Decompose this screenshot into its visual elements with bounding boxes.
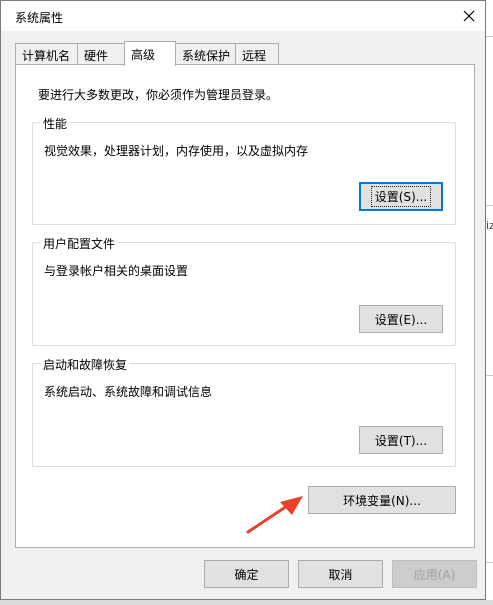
user-profiles-group: 用户配置文件 与登录帐户相关的桌面设置 设置(E)... <box>32 235 456 346</box>
advanced-tab-panel: 要进行大多数更改，你必须作为管理员登录。 性能 视觉效果，处理器计划，内存使用，… <box>15 64 475 548</box>
admin-notice: 要进行大多数更改，你必须作为管理员登录。 <box>38 88 279 102</box>
user-profiles-group-title: 用户配置文件 <box>41 235 118 252</box>
startup-recovery-settings-button[interactable]: 设置(T)... <box>359 426 443 454</box>
background-taskbar-edge <box>0 600 493 605</box>
user-profiles-description: 与登录帐户相关的桌面设置 <box>44 264 189 278</box>
close-button[interactable] <box>453 1 485 31</box>
tab-computer-name[interactable]: 计算机名 <box>15 43 78 64</box>
system-properties-dialog: 系统属性 计算机名 硬件 高级 系统保护 远程 要进行大多数更改，你必须作为管理… <box>0 0 486 600</box>
tab-remote[interactable]: 远程 <box>235 43 279 64</box>
user-profiles-settings-button[interactable]: 设置(E)... <box>359 305 443 333</box>
startup-recovery-group-title: 启动和故障恢复 <box>41 356 130 373</box>
tab-hardware[interactable]: 硬件 <box>77 43 125 64</box>
title-bar[interactable]: 系统属性 <box>1 1 485 31</box>
apply-button[interactable]: 应用(A) <box>392 560 477 588</box>
performance-group-title: 性能 <box>41 115 70 132</box>
background-window-edge: iz <box>486 0 493 605</box>
startup-recovery-group: 启动和故障恢复 系统启动、系统故障和调试信息 设置(T)... <box>32 356 456 467</box>
window-title: 系统属性 <box>15 11 64 25</box>
tab-system-protection[interactable]: 系统保护 <box>175 43 236 64</box>
background-text-fragment: iz <box>486 219 493 232</box>
tab-advanced[interactable]: 高级 <box>124 41 176 66</box>
performance-settings-button[interactable]: 设置(S)... <box>359 182 443 211</box>
environment-variables-button[interactable]: 环境变量(N)... <box>308 486 456 514</box>
startup-recovery-description: 系统启动、系统故障和调试信息 <box>44 385 213 399</box>
performance-group: 性能 视觉效果，处理器计划，内存使用，以及虚拟内存 设置(S)... <box>32 115 456 225</box>
close-icon <box>463 10 475 22</box>
performance-settings-label: 设置(S)... <box>370 186 432 207</box>
performance-description: 视觉效果，处理器计划，内存使用，以及虚拟内存 <box>44 144 309 158</box>
cancel-button[interactable]: 取消 <box>298 560 383 588</box>
red-arrow-icon <box>246 496 303 534</box>
ok-button[interactable]: 确定 <box>204 560 289 588</box>
